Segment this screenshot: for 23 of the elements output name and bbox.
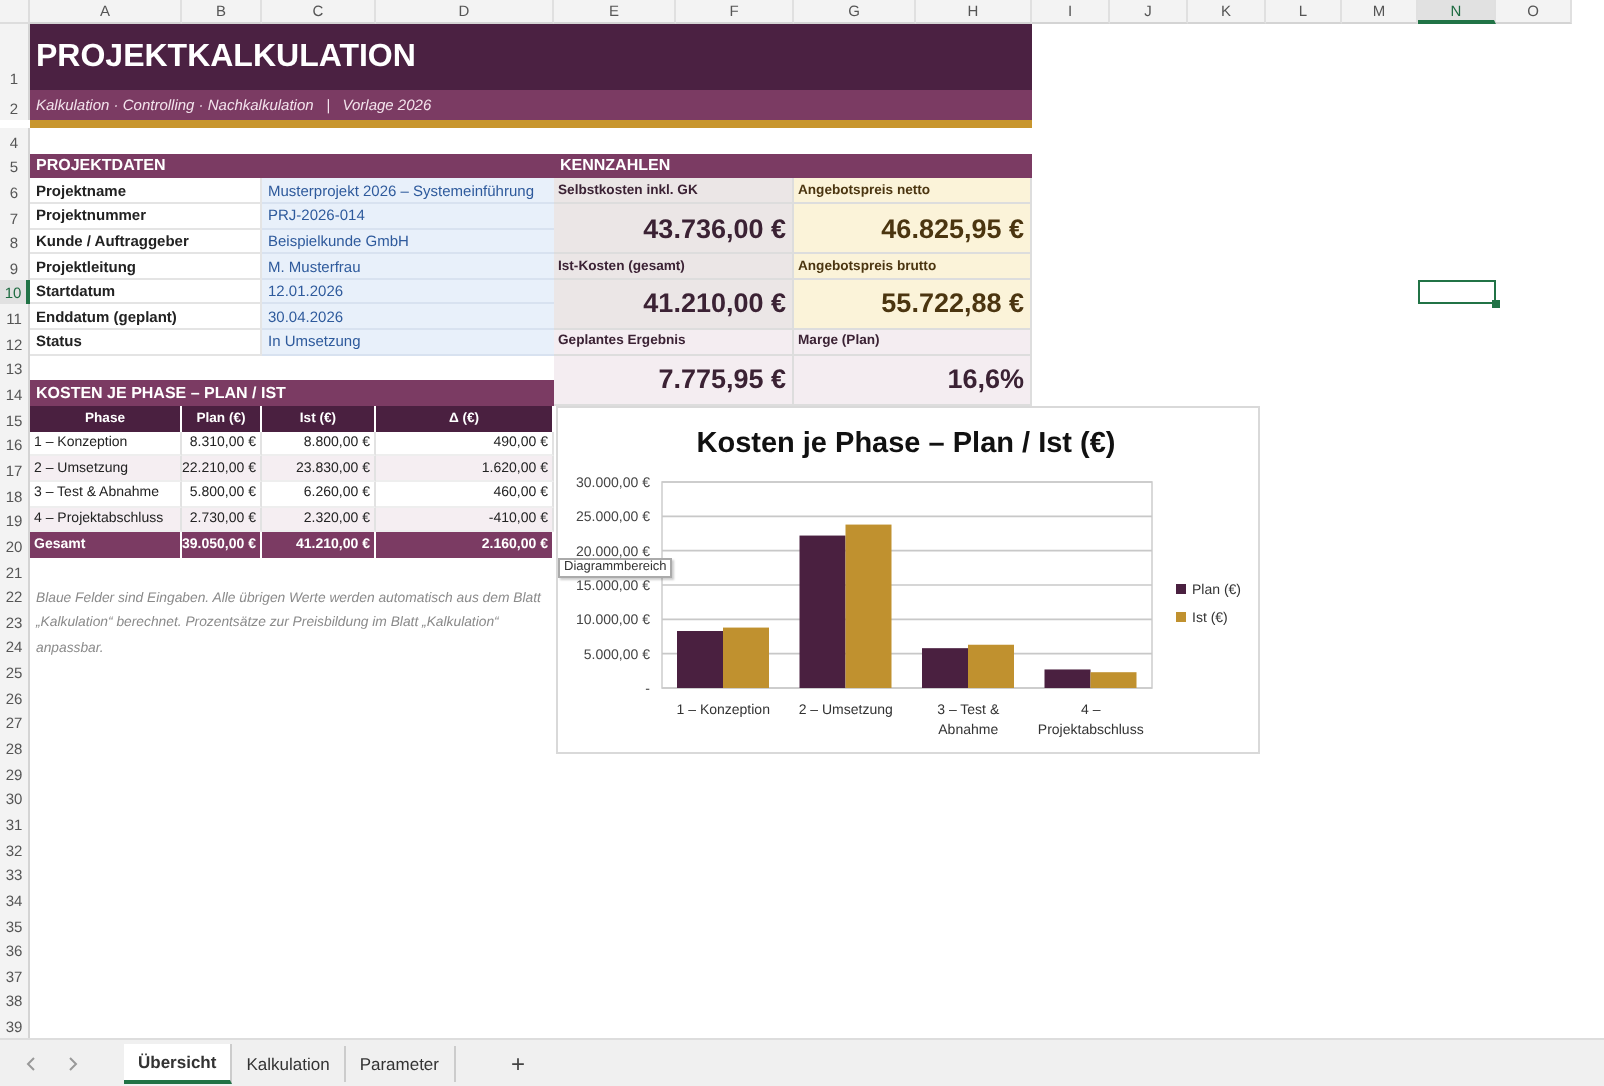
sheet-tab[interactable]: Kalkulation xyxy=(232,1045,346,1082)
metric-value: 46.825,95 € xyxy=(794,203,1032,255)
bar xyxy=(677,631,723,688)
metric-value: 55.722,88 € xyxy=(794,279,1032,331)
sheet-tab[interactable]: Übersicht xyxy=(124,1043,233,1084)
section-heading: KOSTEN JE PHASE – PLAN / IST xyxy=(30,380,554,407)
chevron-left-icon[interactable] xyxy=(24,1055,40,1072)
bar xyxy=(1044,669,1091,688)
bar xyxy=(922,648,968,688)
add-sheet-button[interactable]: + xyxy=(503,1049,534,1078)
metric-value: 7.775,95 € xyxy=(554,355,794,407)
metric-value: 41.210,00 € xyxy=(554,279,794,331)
chart-title: Kosten je Phase – Plan / Ist (€) xyxy=(696,428,1116,460)
metric-value: 43.736,00 € xyxy=(554,203,794,255)
cell-cursor[interactable] xyxy=(1418,279,1496,305)
chevron-right-icon[interactable] xyxy=(64,1055,80,1072)
sheet-title: PROJEKTKALKULATION xyxy=(30,24,1032,90)
bar xyxy=(968,644,1014,688)
sheet-tab[interactable]: Parameter xyxy=(345,1045,455,1082)
section-heading: PROJEKTDATEN xyxy=(30,153,554,179)
bar xyxy=(723,627,769,688)
section-heading: KENNZAHLEN xyxy=(554,153,1032,179)
metric-value: 16,6% xyxy=(794,355,1032,407)
